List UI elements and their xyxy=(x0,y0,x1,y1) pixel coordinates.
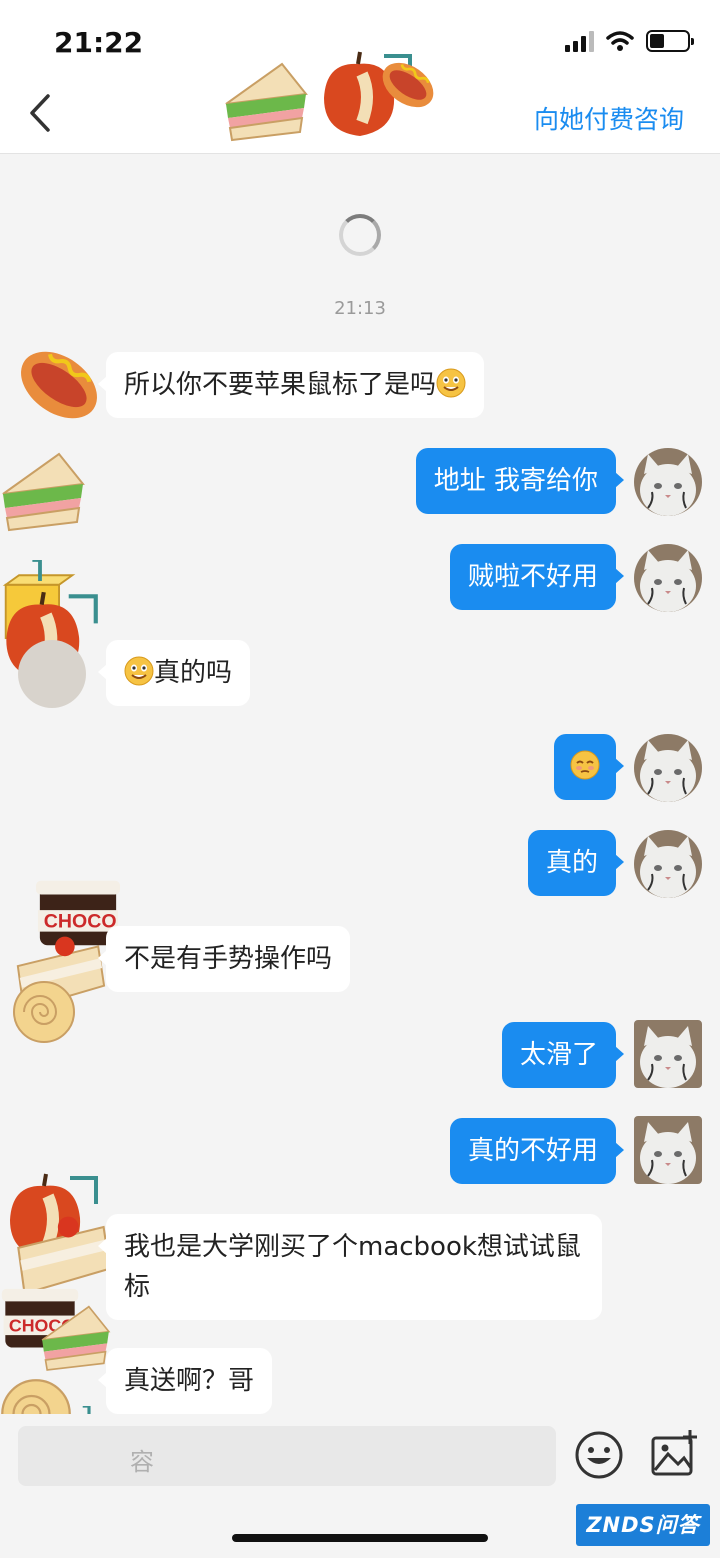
roll-sticker xyxy=(13,981,75,1043)
message-bubble[interactable]: 真的吗 xyxy=(97,640,251,706)
paid-consult-button[interactable]: 向她付费咨询 xyxy=(534,100,684,136)
message-text: 真的不好用 xyxy=(467,1136,598,1166)
my-avatar[interactable] xyxy=(634,734,702,802)
image-icon[interactable] xyxy=(650,1428,700,1478)
status-icons xyxy=(565,30,694,52)
back-icon[interactable] xyxy=(22,90,62,136)
status-time: 21:22 xyxy=(54,26,144,59)
message-text: 所以你不要苹果鼠标了是吗 xyxy=(124,370,437,400)
loading-spinner xyxy=(339,214,381,256)
message-text: 真的吗 xyxy=(154,658,233,688)
sandwich-sticker xyxy=(2,453,84,531)
battery-icon xyxy=(646,30,694,52)
apple-sticker xyxy=(0,1170,104,1270)
message-bubble[interactable]: 所以你不要苹果鼠标了是吗 xyxy=(97,352,485,418)
grin-emoji-icon xyxy=(436,368,467,398)
juice-sticker xyxy=(3,560,75,640)
message-input[interactable]: 容 xyxy=(18,1426,556,1486)
message-bubble[interactable]: 贼啦不好用 xyxy=(449,544,625,610)
watermark-logo: ZNDS问答 xyxy=(576,1504,710,1546)
emoji-icon[interactable] xyxy=(574,1430,624,1480)
message-text: 地址 我寄给你 xyxy=(433,466,598,496)
message-text: 真送啊？哥 xyxy=(124,1366,255,1396)
wifi-icon xyxy=(606,31,634,51)
message-bubble[interactable]: 真送啊？哥 xyxy=(97,1348,273,1414)
signal-icon xyxy=(565,30,594,52)
message-bubble[interactable]: 我也是大学刚买了个macbook想试试鼠标 xyxy=(98,1214,602,1320)
hotdog-sticker xyxy=(14,338,104,435)
message-bubble[interactable]: 真的 xyxy=(527,830,625,896)
cake-sticker xyxy=(16,935,106,1011)
message-bubble[interactable]: 真的不好用 xyxy=(449,1118,625,1184)
my-avatar[interactable] xyxy=(634,830,702,898)
status-bar: 21:22 xyxy=(0,0,720,80)
my-avatar[interactable] xyxy=(634,544,702,612)
message-bubble[interactable]: 太滑了 xyxy=(501,1022,625,1088)
grin-emoji-icon xyxy=(124,656,154,686)
contact-avatar[interactable] xyxy=(18,640,86,708)
message-text: 不是有手势操作吗 xyxy=(124,944,333,974)
pleading-emoji-icon xyxy=(570,750,600,780)
choco-sticker xyxy=(1,1288,79,1348)
my-avatar[interactable] xyxy=(634,448,702,516)
home-indicator xyxy=(232,1534,488,1542)
nav-bar: 向她付费咨询 xyxy=(0,80,720,154)
message-timestamp: 21:13 xyxy=(334,298,386,319)
my-avatar[interactable] xyxy=(634,1020,702,1088)
message-text: 太滑了 xyxy=(519,1040,598,1070)
message-bubble[interactable]: 不是有手势操作吗 xyxy=(97,926,351,992)
message-text: 贼啦不好用 xyxy=(467,562,598,592)
message-text: 真的 xyxy=(545,848,598,878)
message-bubble[interactable]: 地址 我寄给你 xyxy=(415,448,625,514)
message-bubble[interactable] xyxy=(554,734,624,800)
my-avatar[interactable] xyxy=(634,1116,702,1184)
input-placeholder: 容 xyxy=(130,1448,154,1476)
message-text: 我也是大学刚买了个macbook想试试鼠标 xyxy=(124,1232,581,1302)
